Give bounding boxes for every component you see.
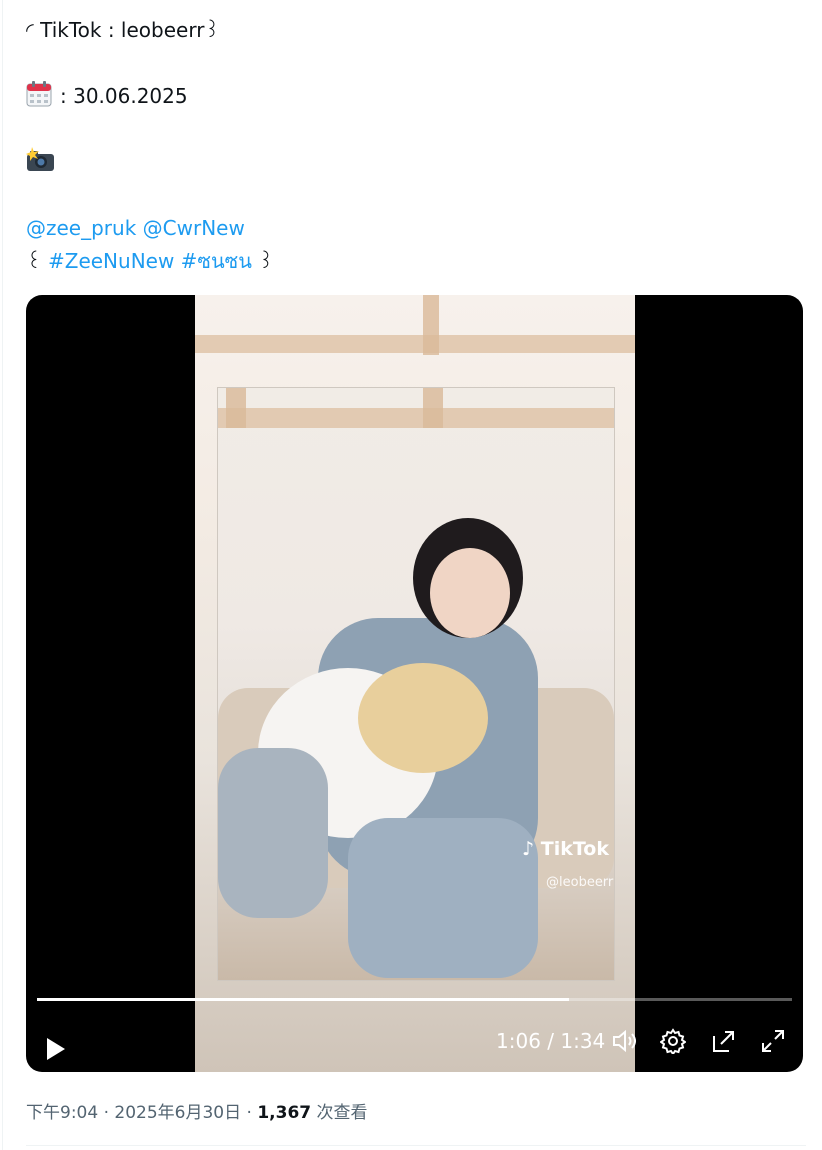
ceiling-post xyxy=(423,295,439,355)
progress-fill xyxy=(37,998,570,1001)
person-blonde-hair xyxy=(358,663,488,773)
tweet-date[interactable]: 2025年6月30日 xyxy=(114,1103,241,1123)
tweet-meta: 下午9:04 · 2025年6月30日 · 1,367 次查看 xyxy=(26,1103,368,1123)
tiktok-logo-icon: ♪ xyxy=(522,838,535,860)
fullscreen-icon[interactable] xyxy=(760,1028,786,1054)
bracket-close: ꒱ xyxy=(258,249,274,273)
video-frame[interactable]: ♪ TikTok @leobeerr xyxy=(195,295,635,1072)
views-label: 次查看 xyxy=(316,1103,368,1123)
mentions-line: @zee_pruk @CwrNew xyxy=(26,212,806,245)
ceiling-beam xyxy=(195,335,635,353)
volume-icon[interactable] xyxy=(611,1028,637,1054)
tweet-text: ◜ TikTok : leobeerr꒱ : 30.06.2025 @zee_p… xyxy=(26,14,806,278)
popout-icon[interactable] xyxy=(711,1028,737,1054)
date-text: : 30.06.2025 xyxy=(60,84,188,108)
calendar-icon xyxy=(26,81,52,117)
person-face xyxy=(430,548,510,638)
video-still xyxy=(217,387,615,981)
hashtags-line: ꒰ #ZeeNuNew #ซนซน ꒱ xyxy=(26,245,806,278)
play-icon[interactable] xyxy=(45,1037,67,1065)
camera-flash-icon xyxy=(26,147,56,183)
time-display: 1:06 / 1:34 xyxy=(496,1029,606,1053)
views-count: 1,367 xyxy=(257,1103,312,1123)
tiktok-credit-line: ◜ TikTok : leobeerr꒱ xyxy=(26,18,221,42)
divider xyxy=(26,1145,806,1146)
left-border xyxy=(2,0,3,1150)
hashtag-link[interactable]: #ซนซน xyxy=(181,249,252,273)
jeans xyxy=(218,748,328,918)
mention-link[interactable]: @CwrNew xyxy=(143,216,245,240)
tweet-timestamp[interactable]: 下午9:04 xyxy=(26,1103,98,1123)
hashtag-link[interactable]: #ZeeNuNew xyxy=(48,249,174,273)
jeans-2 xyxy=(348,818,538,978)
tiktok-handle: @leobeerr xyxy=(546,875,614,890)
mention-link[interactable]: @zee_pruk xyxy=(26,216,136,240)
settings-icon[interactable] xyxy=(659,1028,687,1056)
tiktok-watermark: ♪ TikTok xyxy=(522,838,610,860)
progress-bar[interactable] xyxy=(37,998,792,1001)
video-player[interactable]: ♪ TikTok @leobeerr 1:06 / 1:34 xyxy=(26,295,803,1072)
camera-line xyxy=(26,146,806,179)
bracket-open: ꒰ xyxy=(26,249,42,273)
date-line: : 30.06.2025 xyxy=(26,80,806,113)
